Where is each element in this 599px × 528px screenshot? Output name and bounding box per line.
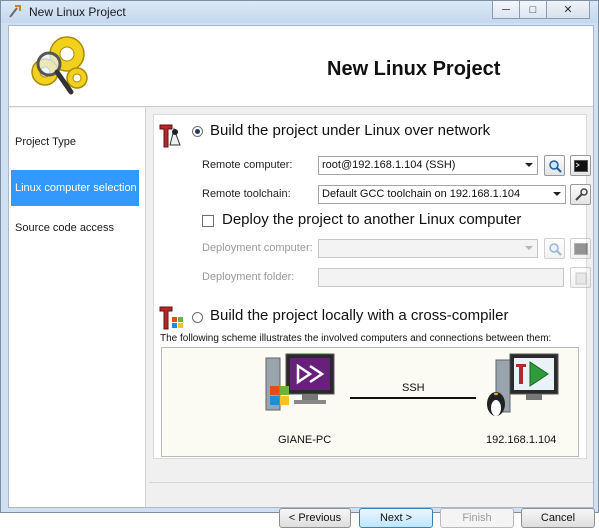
deployment-folder-label: Deployment folder: [202, 271, 295, 283]
chevron-down-icon [525, 163, 533, 167]
cross-build-radio[interactable] [192, 312, 203, 323]
deployment-terminal-button[interactable] [570, 238, 591, 259]
folder-icon [575, 272, 586, 284]
window-title: New Linux Project [29, 5, 126, 19]
page-title: New Linux Project [327, 58, 501, 80]
close-icon: ✕ [563, 4, 573, 16]
wizard-body: New Linux Project Project Type Linux com… [8, 25, 595, 528]
remote-computer-select[interactable]: root@192.168.1.104 (SSH) [318, 156, 538, 175]
title-bar[interactable]: New Linux Project ─ □ ✕ [1, 1, 598, 23]
app-icon [9, 5, 21, 18]
cross-build-label[interactable]: Build the project locally with a cross-c… [210, 307, 508, 324]
content-area: Build the project under Linux over netwo… [149, 108, 595, 528]
wizard-sidebar: Project Type Linux computer selection So… [9, 108, 146, 507]
deploy-label[interactable]: Deploy the project to another Linux comp… [222, 211, 521, 228]
chevron-down-icon [553, 192, 561, 196]
sidebar-item-linux-computer-selection[interactable]: Linux computer selection [11, 170, 139, 206]
network-build-radio[interactable] [192, 126, 203, 137]
wizard-window: New Linux Project ─ □ ✕ New Linux Projec… [0, 0, 599, 528]
wizard-header: New Linux Project [9, 26, 593, 107]
deployment-folder-input[interactable] [318, 268, 564, 287]
remote-toolchain-label: Remote toolchain: [202, 188, 291, 200]
remote-toolchain-value: Default GCC toolchain on 192.168.1.104 [322, 188, 521, 200]
open-terminal-button[interactable] [570, 155, 591, 176]
wrench-icon [574, 187, 588, 201]
browse-folder-button[interactable] [570, 267, 591, 288]
search-computer-button[interactable] [544, 155, 565, 176]
minimize-icon: ─ [502, 3, 510, 16]
ssh-connection-line [350, 397, 476, 399]
local-computer-name: GIANE-PC [278, 434, 332, 446]
terminal-icon [573, 159, 588, 172]
search-deployment-button[interactable] [544, 238, 565, 259]
sidebar-item-source-code-access[interactable]: Source code access [11, 210, 139, 246]
terminal-icon [573, 242, 588, 255]
chevron-down-icon [525, 246, 533, 250]
cross-compiler-icon [159, 306, 183, 330]
next-button[interactable]: Next > [359, 508, 433, 528]
cancel-button[interactable]: Cancel [521, 508, 595, 528]
deployment-computer-select[interactable] [318, 239, 538, 258]
linux-build-icon [159, 124, 181, 148]
connection-label: SSH [402, 382, 425, 394]
close-button[interactable]: ✕ [546, 1, 590, 19]
previous-button[interactable]: < Previous [279, 508, 351, 528]
gears-magnifier-icon [31, 36, 88, 95]
maximize-button[interactable]: □ [519, 1, 547, 19]
remote-toolchain-select[interactable]: Default GCC toolchain on 192.168.1.104 [318, 185, 566, 204]
remote-computer-name: 192.168.1.104 [486, 434, 557, 446]
search-icon [548, 159, 562, 173]
scheme-caption: The following scheme illustrates the inv… [160, 333, 552, 344]
minimize-button[interactable]: ─ [492, 1, 520, 19]
remote-linux-computer-icon [487, 353, 559, 416]
options-panel: Build the project under Linux over netwo… [153, 114, 591, 459]
maximize-icon: □ [529, 3, 537, 16]
search-icon [548, 242, 562, 256]
network-build-label[interactable]: Build the project under Linux over netwo… [210, 122, 490, 139]
remote-computer-value: root@192.168.1.104 (SSH) [322, 159, 456, 171]
remote-computer-label: Remote computer: [202, 159, 293, 171]
finish-button[interactable]: Finish [440, 508, 514, 528]
deployment-computer-label: Deployment computer: [202, 242, 313, 254]
connection-scheme: GIANE-PC SSH 192.168.1.104 [161, 347, 579, 457]
sidebar-item-project-type[interactable]: Project Type [11, 124, 139, 160]
edit-toolchain-button[interactable] [570, 184, 591, 205]
local-computer-icon [265, 353, 335, 411]
button-bar-divider [149, 482, 593, 483]
deploy-checkbox[interactable] [202, 215, 214, 227]
